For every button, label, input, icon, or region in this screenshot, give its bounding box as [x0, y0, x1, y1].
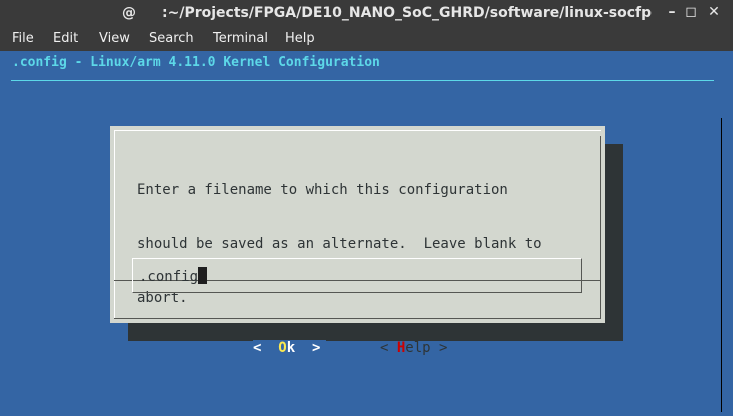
ok-bracket-left: < [253, 340, 279, 356]
menu-file[interactable]: File [12, 31, 34, 46]
dialog-border-right [600, 136, 601, 319]
filename-input-text: .config [139, 267, 208, 285]
menu-bar: File Edit View Search Terminal Help [0, 27, 733, 51]
text-cursor [198, 267, 208, 284]
ok-bracket-right: > [295, 340, 321, 356]
terminal-area[interactable]: .config - Linux/arm 4.11.0 Kernel Config… [0, 51, 733, 416]
maximize-button[interactable]: ◻ [683, 4, 699, 20]
ok-button[interactable]: < Ok > [253, 340, 326, 357]
menu-search[interactable]: Search [149, 31, 194, 46]
help-bracket-right: > [430, 340, 448, 356]
screen-edge-line [721, 118, 722, 412]
help-bracket-left: < [380, 340, 397, 356]
prompt-line: Enter a filename to which this configura… [137, 182, 508, 198]
terminal-app-icon: @ [122, 5, 136, 21]
kconfig-header: .config - Linux/arm 4.11.0 Kernel Config… [12, 55, 380, 70]
prompt-line: should be saved as an alternate. Leave b… [137, 236, 542, 252]
filename-value: .config [139, 269, 199, 285]
window-titlebar[interactable]: @ :~/Projects/FPGA/DE10_NANO_SoC_GHRD/so… [0, 0, 733, 27]
save-as-dialog: Enter a filename to which this configura… [110, 126, 605, 357]
menu-terminal[interactable]: Terminal [213, 31, 268, 46]
ok-label-rest: k [286, 340, 296, 356]
menu-view[interactable]: View [99, 31, 130, 46]
window-title: :~/Projects/FPGA/DE10_NANO_SoC_GHRD/soft… [162, 5, 652, 21]
dialog-border-top [114, 130, 601, 131]
ok-hotkey: O [278, 340, 287, 356]
menu-edit[interactable]: Edit [53, 31, 78, 46]
header-divider [11, 80, 714, 81]
menu-help[interactable]: Help [285, 31, 315, 46]
help-label-rest: elp [405, 340, 431, 356]
close-button[interactable]: ✕ [706, 4, 722, 20]
minimize-button[interactable]: – [664, 4, 680, 20]
dialog-prompt: Enter a filename to which this configura… [137, 145, 542, 343]
filename-input[interactable]: .config [132, 258, 582, 293]
dialog-border-left [114, 130, 115, 319]
help-button[interactable]: < Help > [380, 340, 447, 357]
